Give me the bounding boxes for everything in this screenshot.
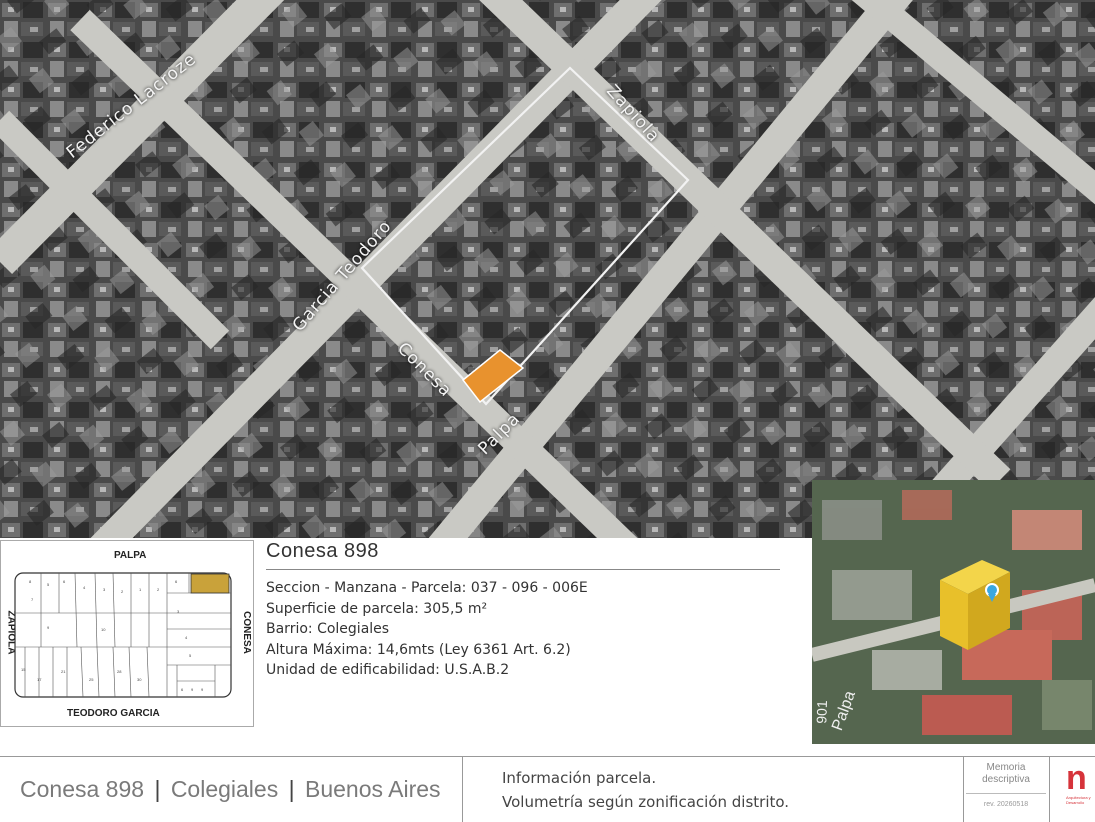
parcel-title: Conesa 898 bbox=[266, 540, 379, 562]
location-neighborhood: Colegiales bbox=[170, 776, 279, 802]
parcel-info-panel: Conesa 898 Seccion - Manzana - Parcela: … bbox=[266, 540, 786, 681]
footer-divider bbox=[963, 757, 964, 822]
description-line-2: Volumetría según zonificación distrito. bbox=[502, 793, 790, 811]
revision-label: rev. 20260518 bbox=[983, 801, 1029, 808]
aerial-map: Federico Lacroze Zapiola Garcia Teodoro … bbox=[0, 0, 1095, 538]
memo-rule bbox=[966, 793, 1046, 794]
svg-text:25: 25 bbox=[89, 677, 94, 682]
memo-line-1: Memoria bbox=[986, 762, 1026, 773]
location-breadcrumb: Conesa 898 | Colegiales | Buenos Aires bbox=[20, 776, 441, 803]
memo-line-2: descriptiva bbox=[982, 774, 1030, 785]
location-separator: | bbox=[154, 776, 161, 802]
footer-divider bbox=[1049, 757, 1050, 822]
description-line-1: Información parcela. bbox=[502, 769, 657, 787]
footer-description: Información parcela. Volumetría según zo… bbox=[502, 766, 789, 814]
footer-bar: Conesa 898 | Colegiales | Buenos Aires I… bbox=[0, 756, 1095, 822]
location-separator: | bbox=[288, 776, 295, 802]
svg-text:17: 17 bbox=[37, 677, 42, 682]
company-logo: n Arquitectura y Desarrollo bbox=[1066, 759, 1095, 819]
info-line-neighborhood: Barrio: Colegiales bbox=[266, 621, 390, 637]
view3d-street-number: 901 bbox=[813, 700, 831, 724]
info-line-buildability: Unidad de edificabilidad: U.S.A.B.2 bbox=[266, 662, 510, 678]
svg-text:21: 21 bbox=[61, 669, 66, 674]
logo-mark: n bbox=[1066, 759, 1087, 797]
svg-text:15: 15 bbox=[21, 667, 26, 672]
volumetric-3d-view: 901 Palpa bbox=[812, 480, 1095, 744]
location-address: Conesa 898 bbox=[20, 776, 145, 802]
info-line-max-height: Altura Máxima: 14,6mts (Ley 6361 Art. 6.… bbox=[266, 641, 571, 658]
info-line-cadastral: Seccion - Manzana - Parcela: 037 - 096 -… bbox=[266, 580, 588, 596]
memo-label: Memoria descriptiva bbox=[966, 762, 1046, 786]
svg-text:28: 28 bbox=[117, 669, 122, 674]
plan-drawing: 856 432 1 26 79 10 345 151721 252830 699 bbox=[14, 572, 232, 698]
info-line-area: Superficie de parcela: 305,5 m² bbox=[266, 600, 488, 617]
location-city: Buenos Aires bbox=[304, 776, 441, 802]
footer-divider bbox=[462, 757, 463, 822]
title-divider bbox=[266, 569, 780, 570]
svg-text:10: 10 bbox=[101, 627, 106, 632]
logo-caption: Arquitectura y Desarrollo bbox=[1066, 795, 1091, 805]
svg-text:30: 30 bbox=[137, 677, 142, 682]
parcel-plan: PALPA TEODORO GARCIA ZAPIOLA CONESA 8 5 … bbox=[0, 540, 254, 727]
